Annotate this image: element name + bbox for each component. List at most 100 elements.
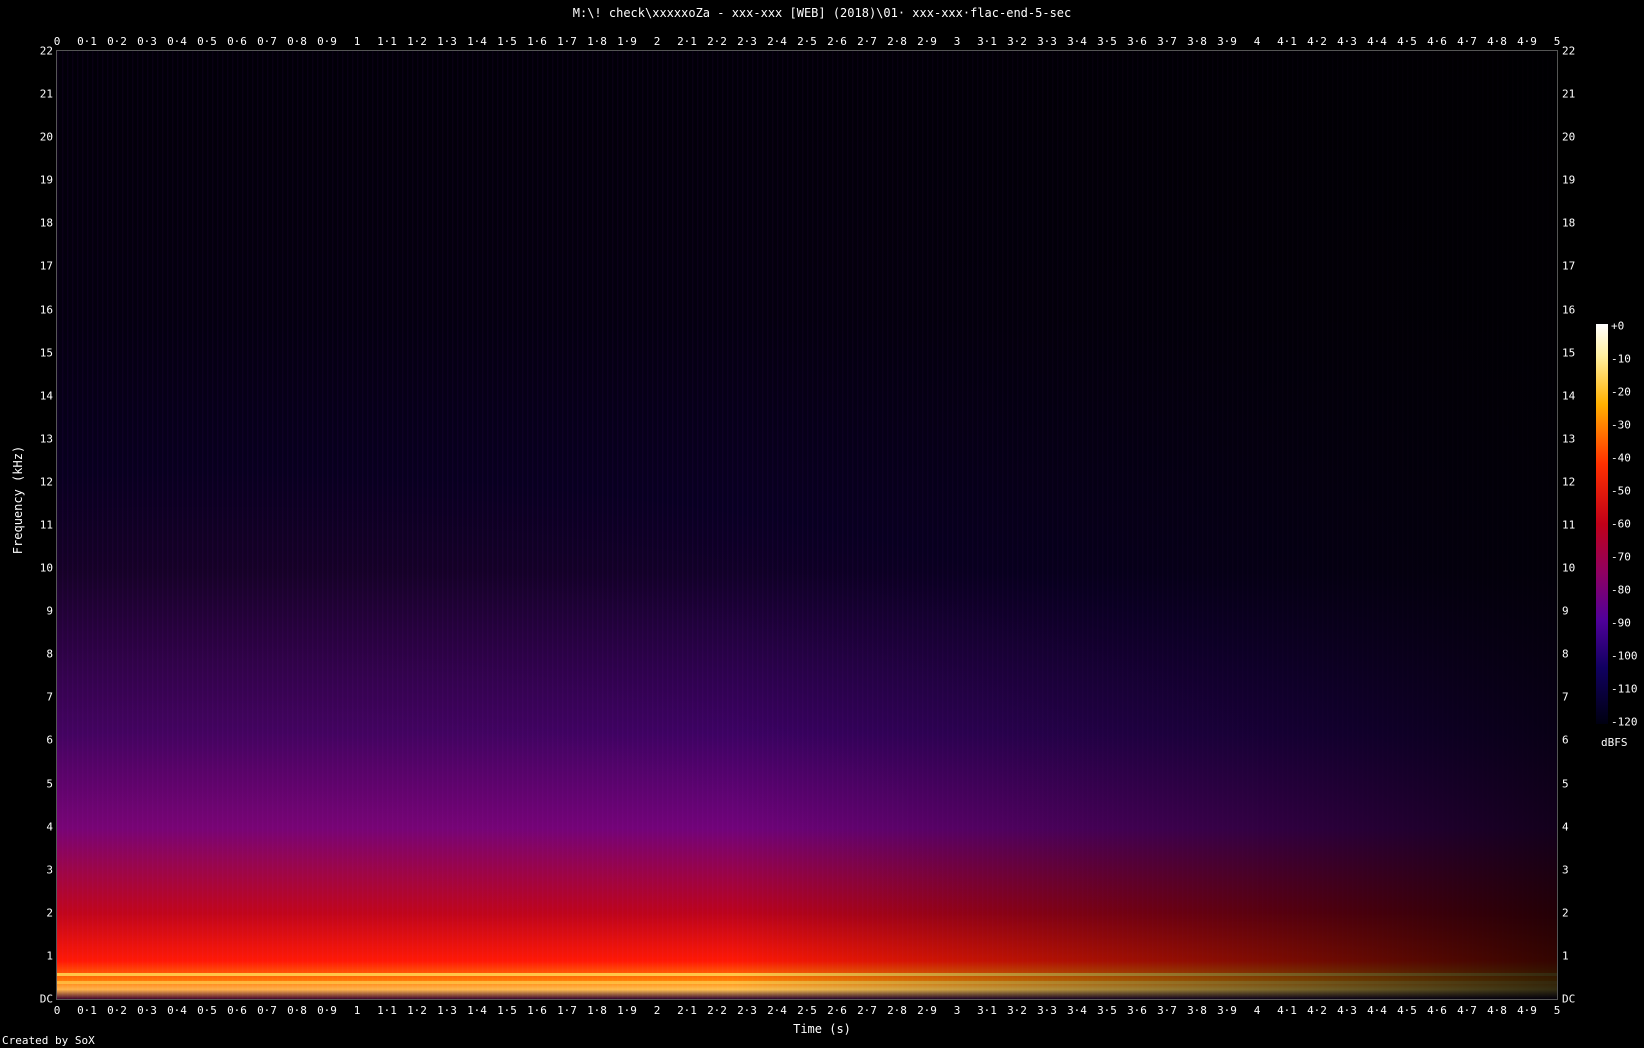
y-tick-label-right: 16 [1562, 303, 1576, 317]
x-tick-label-bottom: 3·5 [1097, 1004, 1117, 1017]
x-tick-label-bottom: 0·8 [287, 1004, 307, 1017]
x-tick-label-bottom: 1·6 [527, 1004, 547, 1017]
x-tick-label-bottom: 2·9 [917, 1004, 937, 1017]
y-tick-label-right: 14 [1562, 389, 1576, 403]
y-tick-label: 12 [39, 475, 53, 489]
x-tick-label: 1·6 [527, 35, 547, 48]
x-tick-label: 0·6 [227, 35, 247, 48]
x-tick-label: 2·9 [917, 35, 937, 48]
x-tick-label-bottom: 3·3 [1037, 1004, 1057, 1017]
colorbar-tick-label: -100 [1611, 649, 1638, 663]
x-tick-label: 4·5 [1397, 35, 1417, 48]
x-tick-label-bottom: 0·3 [137, 1004, 157, 1017]
spectrogram-plot-area [56, 50, 1558, 1000]
x-tick-label-bottom: 0·2 [107, 1004, 127, 1017]
x-tick-label: 3·9 [1217, 35, 1237, 48]
colorbar-tick-label: -60 [1611, 517, 1631, 531]
x-tick-label: 3·5 [1097, 35, 1117, 48]
x-tick-label: 4 [1253, 35, 1261, 48]
y-tick-label: 19 [39, 173, 53, 187]
spectrogram-figure: M:\! check\xxxxxoZa - xxx-xxx [WEB] (201… [0, 0, 1644, 1048]
x-tick-label: 3·8 [1187, 35, 1207, 48]
y-tick-label: 10 [39, 561, 53, 575]
x-tick-label: 3 [953, 35, 961, 48]
y-tick-label-right: 20 [1562, 130, 1576, 144]
y-tick-label: 17 [39, 259, 53, 273]
colorbar-tick-label: -110 [1611, 682, 1638, 696]
x-tick-label-bottom: 1·8 [587, 1004, 607, 1017]
x-tick-label-bottom: 0·6 [227, 1004, 247, 1017]
x-tick-label-bottom: 4·9 [1517, 1004, 1537, 1017]
x-tick-label: 4·9 [1517, 35, 1537, 48]
x-tick-label-bottom: 4·1 [1277, 1004, 1297, 1017]
x-tick-label-bottom: 1·4 [467, 1004, 487, 1017]
y-tick-label-right: 2 [1562, 906, 1569, 920]
x-tick-label: 1·3 [437, 35, 457, 48]
x-tick-label: 0·5 [197, 35, 217, 48]
x-tick-label-bottom: 3 [953, 1004, 961, 1017]
y-tick-label-right: 17 [1562, 259, 1576, 273]
x-tick-label-bottom: 2 [653, 1004, 661, 1017]
x-tick-label: 2·1 [677, 35, 697, 48]
x-tick-label: 2·5 [797, 35, 817, 48]
y-tick-label-right: 12 [1562, 475, 1576, 489]
colorbar-tick-label: -70 [1611, 550, 1631, 564]
x-tick-label-bottom: 4·8 [1487, 1004, 1507, 1017]
y-tick-label: 16 [39, 303, 53, 317]
x-tick-label-bottom: 1·7 [557, 1004, 577, 1017]
y-tick-label-right: 18 [1562, 216, 1576, 230]
x-tick-label-bottom: 4·7 [1457, 1004, 1477, 1017]
y-tick-label: 22 [39, 44, 53, 58]
x-tick-label-bottom: 0·1 [77, 1004, 97, 1017]
y-tick-label-right: 3 [1562, 863, 1569, 877]
x-tick-label-bottom: 4 [1253, 1004, 1261, 1017]
x-tick-label: 3·7 [1157, 35, 1177, 48]
x-tick-label-bottom: 4·6 [1427, 1004, 1447, 1017]
x-tick-label-bottom: 4·2 [1307, 1004, 1327, 1017]
colorbar [1596, 324, 1608, 724]
y-tick-label: 21 [39, 87, 53, 101]
x-tick-label-bottom: 5 [1553, 1004, 1561, 1017]
y-tick-label: 7 [46, 690, 53, 704]
x-tick-label: 3·2 [1007, 35, 1027, 48]
x-tick-label-bottom: 0·9 [317, 1004, 337, 1017]
x-tick-label-bottom: 4·4 [1367, 1004, 1387, 1017]
colorbar-tick-label: -50 [1611, 484, 1631, 498]
x-tick-label-bottom: 3·7 [1157, 1004, 1177, 1017]
x-tick-label: 3·4 [1067, 35, 1087, 48]
y-tick-label: 14 [39, 389, 53, 403]
y-tick-label: DC [39, 992, 53, 1006]
x-tick-label: 4·7 [1457, 35, 1477, 48]
x-tick-label: 4·2 [1307, 35, 1327, 48]
x-tick-label-bottom: 1 [353, 1004, 361, 1017]
x-tick-label: 1·4 [467, 35, 487, 48]
y-tick-label: 18 [39, 216, 53, 230]
x-tick-label: 0·4 [167, 35, 187, 48]
x-tick-label-bottom: 3·9 [1217, 1004, 1237, 1017]
x-tick-label: 4·3 [1337, 35, 1357, 48]
x-tick-label: 2·7 [857, 35, 877, 48]
y-tick-label-right: DC [1562, 992, 1576, 1006]
y-tick-label: 15 [39, 346, 53, 360]
x-tick-label-bottom: 3·8 [1187, 1004, 1207, 1017]
x-tick-label: 3·3 [1037, 35, 1057, 48]
x-tick-label-bottom: 4·3 [1337, 1004, 1357, 1017]
x-tick-label: 0·3 [137, 35, 157, 48]
y-tick-label-right: 6 [1562, 733, 1569, 747]
x-tick-label: 4·6 [1427, 35, 1447, 48]
y-tick-label: 4 [46, 820, 53, 834]
x-tick-label-bottom: 1·9 [617, 1004, 637, 1017]
x-tick-label-bottom: 0·7 [257, 1004, 277, 1017]
y-tick-label-right: 9 [1562, 604, 1569, 618]
colorbar-tick-label: +0 [1611, 319, 1625, 333]
x-tick-label-bottom: 1·3 [437, 1004, 457, 1017]
spectrogram-decay-shade [732, 51, 1557, 999]
x-tick-label: 1·7 [557, 35, 577, 48]
x-tick-label-bottom: 2·4 [767, 1004, 787, 1017]
y-tick-label-right: 5 [1562, 777, 1569, 791]
colorbar-tick-label: -20 [1611, 385, 1631, 399]
colorbar-tick-label: -90 [1611, 616, 1631, 630]
y-tick-label: 11 [39, 518, 53, 532]
y-tick-label: 9 [46, 604, 53, 618]
x-tick-label: 4·1 [1277, 35, 1297, 48]
